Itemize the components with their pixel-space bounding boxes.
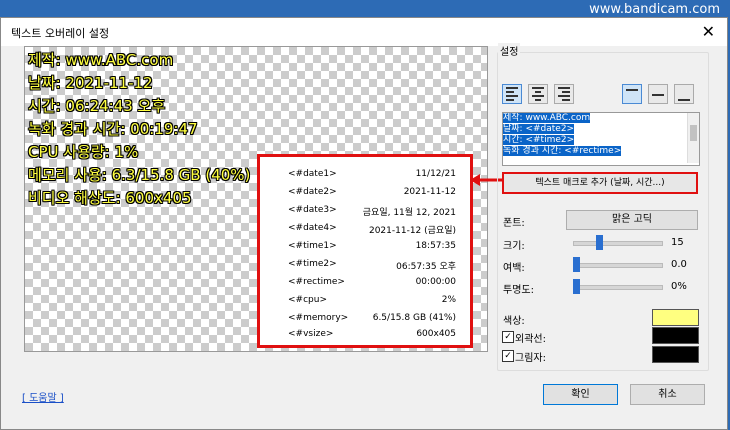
overlay-line: 비디오 해상도: 600x405 [28, 189, 192, 207]
margin-slider-thumb[interactable] [573, 257, 580, 272]
cancel-button[interactable]: 취소 [630, 384, 705, 405]
opacity-slider-thumb[interactable] [573, 279, 580, 294]
outline-label: 외곽선: [515, 334, 546, 345]
overlay-line: 시간: 06:24:43 오후 [28, 97, 166, 115]
font-button[interactable]: 맑은 고딕 [566, 210, 698, 230]
macro-item[interactable]: <#vsize> 600x405 [288, 329, 456, 345]
margin-label: 여백: [503, 263, 525, 274]
macro-item[interactable]: <#date1> 11/12/21 [288, 169, 456, 185]
overlay-line: 메모리 사용: 6.3/15.8 GB (40%) [28, 166, 251, 184]
opacity-slider[interactable] [573, 285, 663, 290]
macro-item[interactable]: <#date4> 2021-11-12 (금요일) [288, 223, 456, 239]
title-bar: 텍스트 오버레이 설정 ✕ [1, 18, 727, 46]
macro-item[interactable]: <#date3> 금요일, 11월 12, 2021 [288, 205, 456, 221]
bandicam-watermark: www.bandicam.com [589, 2, 720, 17]
add-text-macro-button[interactable]: 텍스트 매크로 추가 (날짜, 시간...) [502, 172, 698, 194]
ok-button[interactable]: 확인 [543, 384, 618, 405]
position-middle-button[interactable] [648, 84, 668, 104]
position-bottom-button[interactable] [674, 84, 694, 104]
overlay-line: 날짜: 2021-11-12 [28, 74, 153, 92]
macro-item[interactable]: <#memory> 6.5/15.8 GB (41%) [288, 313, 456, 329]
help-link[interactable]: [ 도움말 ] [22, 389, 64, 404]
dialog-title: 텍스트 오버레이 설정 [11, 27, 110, 40]
macro-item[interactable]: <#rectime> 00:00:00 [288, 277, 456, 293]
macro-item[interactable]: <#time2> 06:57:35 오후 [288, 259, 456, 275]
opacity-value: 0% [671, 281, 687, 292]
outline-color-swatch[interactable] [652, 327, 699, 344]
macro-item[interactable]: <#cpu> 2% [288, 295, 456, 311]
overlay-line: CPU 사용량: 1% [28, 143, 139, 161]
size-slider[interactable] [573, 241, 663, 246]
align-left-button[interactable] [502, 84, 522, 104]
settings-group-label: 설정 [498, 43, 521, 58]
size-value: 15 [671, 237, 684, 248]
align-center-button[interactable] [528, 84, 548, 104]
text-line: 시간: <#time2> [503, 135, 575, 145]
size-label: 크기: [503, 241, 525, 252]
outline-checkbox[interactable]: ✓ [502, 331, 514, 343]
text-line: 날짜: <#date2> [503, 124, 575, 134]
align-right-button[interactable] [554, 84, 574, 104]
overlay-line: 녹화 경과 시간: 00:19:47 [28, 120, 198, 138]
margin-value: 0.0 [671, 259, 687, 270]
font-label: 폰트: [503, 218, 525, 229]
position-top-button[interactable] [622, 84, 642, 104]
macro-item[interactable]: <#time1> 18:57:35 [288, 241, 456, 257]
scrollbar[interactable] [687, 113, 699, 163]
text-line: 녹화 경과 시간: <#rectime> [503, 146, 622, 156]
opacity-label: 투명도: [503, 285, 534, 296]
text-line: 제작: www.ABC.com [503, 113, 591, 123]
shadow-checkbox[interactable]: ✓ [502, 350, 514, 362]
macro-menu: <#date1> 11/12/21 <#date2> 2021-11-12 <#da… [257, 154, 473, 348]
close-icon[interactable]: ✕ [702, 22, 715, 41]
text-color-swatch[interactable] [652, 309, 699, 326]
margin-slider[interactable] [573, 263, 663, 268]
shadow-color-swatch[interactable] [652, 346, 699, 363]
size-slider-thumb[interactable] [595, 235, 603, 250]
overlay-text-input[interactable]: 제작: www.ABC.com 날짜: <#date2> 시간: <#time2… [502, 112, 700, 166]
color-label: 색상: [503, 316, 525, 327]
macro-item[interactable]: <#date2> 2021-11-12 [288, 187, 456, 203]
overlay-line: 제작: www.ABC.com [28, 51, 174, 69]
shadow-label: 그림자: [515, 353, 546, 364]
